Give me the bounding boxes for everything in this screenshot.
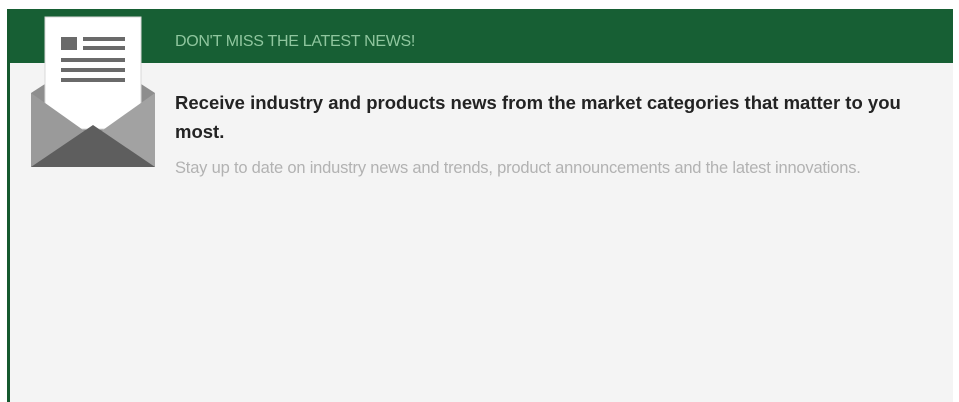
newsletter-banner-title: DON'T MISS THE LATEST NEWS! xyxy=(175,33,416,50)
newsletter-headline: Receive industry and products news from … xyxy=(175,92,901,142)
newsletter-description: Stay up to date on industry news and tre… xyxy=(175,159,861,177)
envelope-newsletter-icon xyxy=(31,16,155,167)
newsletter-signup-panel: DON'T MISS THE LATEST NEWS! Receive indu… xyxy=(7,9,953,402)
